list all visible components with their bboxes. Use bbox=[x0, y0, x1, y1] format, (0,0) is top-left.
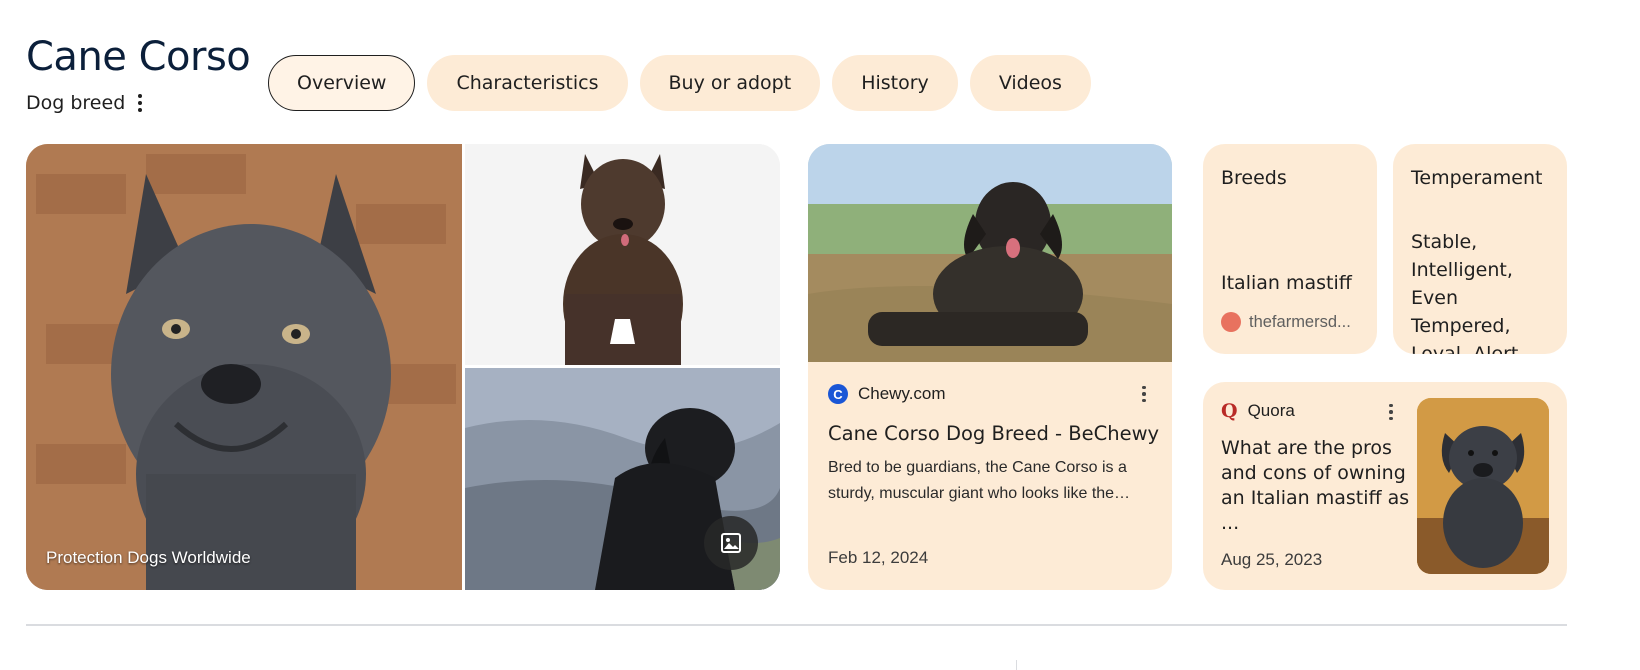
temperament-card[interactable]: Temperament Stable, Intelligent, Even Te… bbox=[1393, 144, 1567, 354]
source-name: thefarmersd... bbox=[1249, 312, 1351, 331]
article-title[interactable]: Cane Corso Dog Breed - BeChewy bbox=[828, 422, 1159, 445]
article-image bbox=[808, 144, 1172, 362]
chewy-logo-icon: C bbox=[828, 384, 848, 404]
entity-subtitle: Dog breed bbox=[26, 92, 126, 114]
article-date: Feb 12, 2024 bbox=[828, 548, 929, 567]
page-title: Cane Corso bbox=[26, 34, 251, 80]
source-name: Chewy.com bbox=[858, 384, 946, 403]
quora-article-card[interactable]: Q Quora What are the pros and cons of ow… bbox=[1203, 382, 1567, 590]
image-caption: Protection Dogs Worldwide bbox=[46, 548, 251, 567]
more-options-icon[interactable] bbox=[1383, 402, 1399, 422]
breeds-source[interactable]: thefarmersd... bbox=[1221, 312, 1351, 332]
tab-bar: Overview Characteristics Buy or adopt Hi… bbox=[268, 55, 1091, 111]
tab-characteristics[interactable]: Characteristics bbox=[427, 55, 628, 111]
article-snippet: Bred to be guardians, the Cane Corso is … bbox=[828, 459, 1131, 502]
article-date: Aug 25, 2023 bbox=[1221, 550, 1323, 569]
temperament-label: Temperament bbox=[1411, 167, 1543, 189]
tab-videos[interactable]: Videos bbox=[969, 55, 1091, 111]
article-source[interactable]: C Chewy.com bbox=[828, 384, 946, 404]
tab-history[interactable]: History bbox=[832, 55, 958, 111]
image-icon bbox=[721, 533, 741, 553]
brindle-dog-image[interactable] bbox=[465, 144, 780, 365]
breeds-label: Breeds bbox=[1221, 167, 1287, 189]
quora-logo-icon: Q bbox=[1221, 400, 1238, 422]
source-logo-icon bbox=[1221, 312, 1241, 332]
temperament-value: Stable, Intelligent, Even Tempered, Loya… bbox=[1411, 231, 1543, 354]
main-dog-image[interactable]: Protection Dogs Worldwide bbox=[26, 144, 462, 590]
black-dog-image[interactable] bbox=[465, 368, 780, 590]
tab-buy-or-adopt[interactable]: Buy or adopt bbox=[639, 55, 821, 111]
view-images-button[interactable] bbox=[704, 516, 758, 570]
more-options-icon[interactable] bbox=[130, 92, 150, 114]
breeds-card[interactable]: Breeds Italian mastiff thefarmersd... bbox=[1203, 144, 1377, 354]
breeds-value: Italian mastiff bbox=[1221, 272, 1352, 294]
tab-overview[interactable]: Overview bbox=[268, 55, 416, 111]
column-divider bbox=[1016, 660, 1017, 670]
more-options-icon[interactable] bbox=[1136, 384, 1152, 404]
section-divider bbox=[26, 624, 1567, 626]
puppy-image bbox=[1417, 398, 1549, 574]
source-name: Quora bbox=[1247, 401, 1295, 420]
chewy-article-card[interactable]: C Chewy.com Cane Corso Dog Breed - BeChe… bbox=[808, 144, 1172, 590]
article-source[interactable]: Q Quora bbox=[1221, 400, 1295, 422]
article-title[interactable]: What are the pros and cons of owning an … bbox=[1221, 436, 1411, 536]
image-collage: Protection Dogs Worldwide bbox=[26, 144, 780, 590]
